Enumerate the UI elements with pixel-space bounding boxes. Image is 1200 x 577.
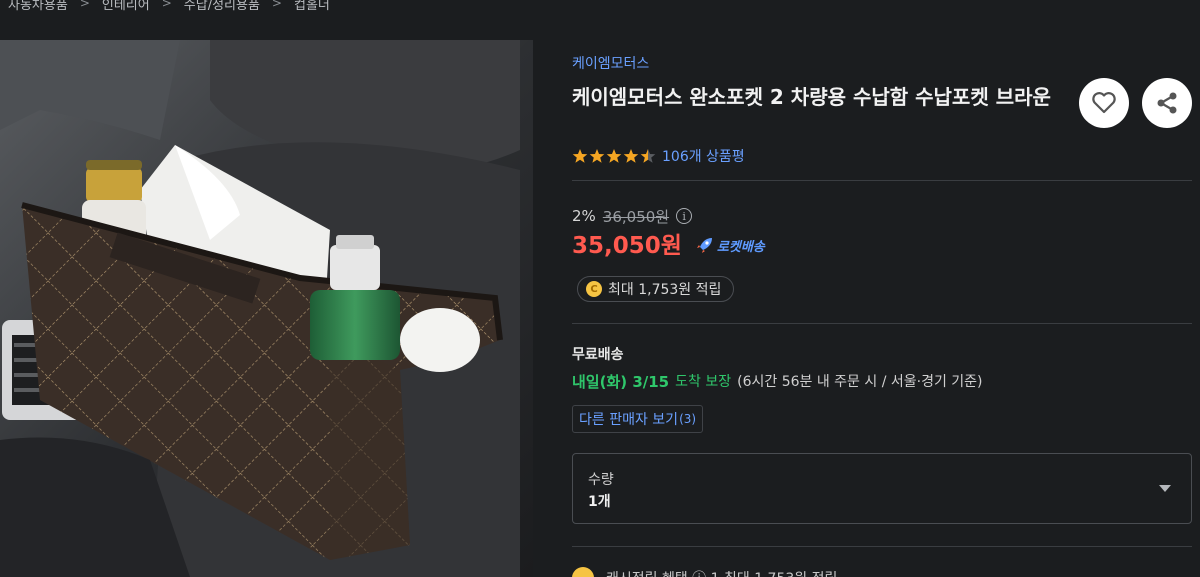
cash-reward-text: 최대 1,753원 적립 [608, 282, 722, 298]
breadcrumb-item-cupholder[interactable]: 컵홀더 [294, 0, 330, 13]
breadcrumb-separator: > [271, 0, 282, 10]
arrival-date: 내일(화) 3/15 [572, 372, 670, 391]
breadcrumb-item-storage[interactable]: 수납/정리용품 [184, 0, 260, 13]
favorite-button[interactable] [1079, 78, 1129, 128]
breadcrumb-item-interior[interactable]: 인테리어 [102, 0, 150, 13]
product-page: 자동차용품 > 인테리어 > 수납/정리용품 > 컵홀더 케이엠모터스 케이엠모… [0, 0, 1200, 577]
breadcrumb-separator: > [79, 0, 90, 10]
star-icon [606, 149, 622, 163]
share-button[interactable] [1142, 78, 1192, 128]
review-count-link[interactable]: 106개 상품평 [662, 146, 745, 166]
price-row: 35,050원 로켓배송 [572, 228, 765, 259]
quantity-value: 1개 [588, 494, 611, 510]
rating-stars [572, 148, 656, 164]
star-icon [572, 149, 588, 163]
original-price: 36,050원 [602, 207, 670, 226]
arrival-row: 내일(화) 3/15 도착 보장 (6시간 56분 내 주문 시 / 서울·경기… [572, 370, 983, 392]
discount-row: 2% 36,050원 i [572, 206, 693, 226]
other-sellers-button[interactable]: 다른 판매자 보기 (3) [572, 405, 704, 433]
breadcrumb: 자동차용품 > 인테리어 > 수납/정리용품 > 컵홀더 [8, 0, 330, 13]
heart-icon [1092, 92, 1116, 114]
divider [572, 180, 1192, 181]
share-icon [1157, 92, 1177, 114]
other-sellers-label: 다른 판매자 보기 [579, 412, 679, 428]
cash-benefit-text: 캐시적립 혜택 ⓘ 1 최대 1,753원 적립 [606, 568, 837, 577]
breadcrumb-separator: > [161, 0, 172, 10]
info-icon[interactable]: i [676, 208, 693, 224]
cash-reward-chip: C 최대 1,753원 적립 [577, 276, 735, 302]
brand-link[interactable]: 케이엠모터스 [572, 53, 649, 73]
cash-benefit-row: 캐시적립 혜택 ⓘ 1 최대 1,753원 적립 [572, 566, 837, 577]
divider [572, 546, 1192, 547]
coin-icon: C [586, 281, 602, 297]
coin-icon [572, 567, 594, 577]
rating-row: 106개 상품평 [572, 146, 745, 166]
discount-rate: 2% [572, 207, 596, 225]
breadcrumb-item-auto[interactable]: 자동차용품 [8, 0, 68, 13]
chevron-down-icon [1159, 485, 1171, 492]
rocket-delivery-badge: 로켓배송 [696, 236, 765, 255]
product-image[interactable] [0, 40, 533, 577]
star-icon [623, 149, 639, 163]
quantity-select[interactable]: 수량 1개 [572, 453, 1192, 524]
divider [572, 323, 1192, 324]
star-icon [640, 149, 656, 163]
shipping-title: 무료배송 [572, 347, 624, 363]
rocket-delivery-label: 로켓배송 [716, 239, 765, 255]
quantity-label: 수량 [588, 472, 614, 488]
star-icon [589, 149, 605, 163]
product-title: 케이엠모터스 완소포켓 2 차량용 수납함 수납포켓 브라운 [572, 85, 1051, 109]
other-sellers-count: (3) [679, 412, 697, 426]
arrival-note: (6시간 56분 내 주문 시 / 서울·경기 기준) [737, 374, 983, 390]
arrival-guarantee: 도착 보장 [675, 374, 732, 390]
rocket-icon [696, 238, 712, 253]
sale-price: 35,050원 [572, 233, 682, 259]
